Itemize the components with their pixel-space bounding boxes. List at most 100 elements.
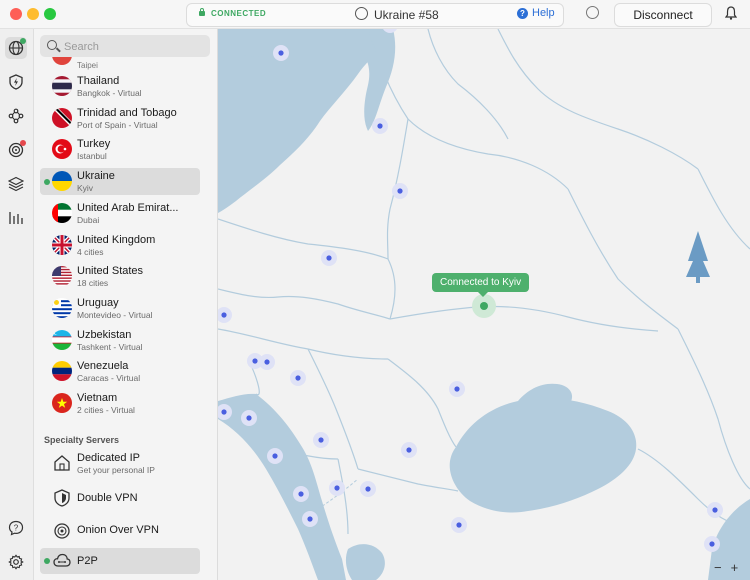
specialty-name: Double VPN xyxy=(77,492,138,504)
gear-icon xyxy=(8,554,24,570)
support-button[interactable]: ? xyxy=(5,517,27,539)
meshnet-icon xyxy=(8,108,24,124)
specialty-item-double-vpn[interactable]: Double VPN xyxy=(40,485,200,511)
server-location-dot[interactable] xyxy=(278,50,284,56)
statistics-button[interactable] xyxy=(5,207,27,229)
question-bubble-icon: ? xyxy=(8,520,24,536)
split-tunneling-button[interactable] xyxy=(5,173,27,195)
server-location-dot[interactable] xyxy=(397,188,403,194)
connection-status-text: CONNECTED xyxy=(211,9,267,18)
venezuela-flag-icon xyxy=(52,361,72,382)
svg-text:?: ? xyxy=(14,524,19,533)
zoom-in-button[interactable]: + xyxy=(731,560,739,575)
zoom-window-button[interactable] xyxy=(44,8,56,20)
globe-icon xyxy=(355,7,368,20)
server-location-dot[interactable] xyxy=(334,485,340,491)
connected-tooltip: Connected to Kyiv xyxy=(432,273,530,297)
server-location-dot[interactable] xyxy=(406,447,412,453)
country-cities: Kyiv xyxy=(77,183,94,194)
server-location-dot[interactable] xyxy=(307,516,313,522)
search-icon xyxy=(47,40,57,50)
globe-nav-button[interactable] xyxy=(5,37,27,59)
help-link[interactable]: ? Help xyxy=(517,7,555,19)
server-location-dot[interactable] xyxy=(377,123,383,129)
connected-dot xyxy=(44,179,50,186)
country-item-usa[interactable]: United States 18 cities xyxy=(40,263,200,290)
lock-icon xyxy=(199,8,205,16)
server-location-dot[interactable] xyxy=(712,507,718,513)
zoom-controls: − + xyxy=(714,560,747,575)
specialty-item-house[interactable]: Dedicated IP Get your personal IP xyxy=(40,450,200,476)
current-server: Ukraine #58 xyxy=(355,7,439,22)
country-item-vietnam[interactable]: Vietnam 2 cities - Virtual xyxy=(40,390,200,417)
server-location-dot[interactable] xyxy=(221,409,227,415)
specialty-item-onion[interactable]: Onion Over VPN xyxy=(40,517,200,543)
house-icon xyxy=(52,453,72,478)
help-icon: ? xyxy=(517,8,528,19)
minimize-window-button[interactable] xyxy=(27,8,39,20)
country-item-turkey[interactable]: Turkey Istanbul xyxy=(40,136,200,163)
country-item-thailand[interactable]: Thailand Bangkok - Virtual xyxy=(40,73,200,100)
meshnet-button[interactable] xyxy=(5,105,27,127)
connection-status: CONNECTED xyxy=(199,8,267,18)
server-location-dot[interactable] xyxy=(709,541,715,547)
server-location-dot[interactable] xyxy=(318,437,324,443)
server-location-dot[interactable] xyxy=(295,375,301,381)
country-cities: 18 cities xyxy=(77,278,109,289)
usa-flag-icon xyxy=(52,266,72,287)
double-vpn-icon xyxy=(52,488,72,513)
country-cities: Tashkent - Virtual xyxy=(77,341,143,352)
dark-web-monitor-button[interactable] xyxy=(5,139,27,161)
tree-icon xyxy=(686,231,710,283)
uae-flag-icon xyxy=(52,202,72,223)
close-window-button[interactable] xyxy=(10,8,22,20)
country-item-uk[interactable]: United Kingdom 4 cities xyxy=(40,232,200,259)
specialty-sub: Get your personal IP xyxy=(77,465,155,475)
navigation-rail: ? xyxy=(0,29,34,580)
speed-gauge-icon[interactable] xyxy=(586,6,599,19)
server-location-dot[interactable] xyxy=(272,453,278,459)
server-location-dot[interactable] xyxy=(246,415,252,421)
country-cities: Dubai xyxy=(77,214,100,225)
country-cities: 2 cities - Virtual xyxy=(77,405,135,415)
threat-protection-button[interactable] xyxy=(5,71,27,93)
country-name: Thailand xyxy=(77,75,120,87)
settings-button[interactable] xyxy=(5,551,27,573)
specialty-name: Onion Over VPN xyxy=(77,524,159,536)
server-location-dot[interactable] xyxy=(221,312,227,318)
search-box[interactable] xyxy=(40,35,210,57)
server-location-dot[interactable] xyxy=(298,491,304,497)
specialty-name: P2P xyxy=(77,555,98,567)
connected-dot xyxy=(44,558,50,564)
map-canvas xyxy=(218,29,750,580)
country-item-trinidad[interactable]: Trinidad and Tobago Port of Spain - Virtu… xyxy=(40,105,200,132)
server-location-dot[interactable] xyxy=(252,358,258,364)
specialty-item-p2p[interactable]: P2P xyxy=(40,548,200,574)
layers-icon xyxy=(8,176,24,192)
server-location-dot[interactable] xyxy=(365,486,371,492)
country-name: Uzbekistan xyxy=(77,328,132,341)
country-cities: Istanbul xyxy=(77,151,107,162)
trinidad-flag-icon xyxy=(52,107,72,128)
specialty-name: Dedicated IP xyxy=(77,452,140,464)
country-item-uruguay[interactable]: Uruguay Montevideo - Virtual xyxy=(40,295,200,322)
country-name: United Arab Emirat... xyxy=(77,201,179,214)
country-item-uae[interactable]: United Arab Emirat... Dubai xyxy=(40,200,200,227)
kyiv-connected-dot[interactable] xyxy=(480,302,488,310)
title-bar: CONNECTED Ukraine #58 ? Help Disconnect xyxy=(0,0,750,29)
bell-icon[interactable] xyxy=(724,6,738,25)
country-item-uzbekistan[interactable]: Uzbekistan Tashkent - Virtual xyxy=(40,327,200,354)
server-location-dot[interactable] xyxy=(456,522,462,528)
country-cities: Caracas - Virtual xyxy=(77,373,141,384)
turkey-flag-icon xyxy=(52,139,72,160)
disconnect-button[interactable]: Disconnect xyxy=(614,3,712,27)
server-location-dot[interactable] xyxy=(454,386,460,392)
search-input[interactable] xyxy=(62,37,206,57)
zoom-out-button[interactable]: − xyxy=(714,560,722,575)
thailand-flag-icon xyxy=(52,76,72,96)
server-location-dot[interactable] xyxy=(264,359,270,365)
server-location-dot[interactable] xyxy=(326,255,332,261)
country-item-ukraine[interactable]: Ukraine Kyiv xyxy=(40,168,200,196)
map-view[interactable]: Connected to Kyiv − + xyxy=(218,29,750,580)
country-item-venezuela[interactable]: Venezuela Caracas - Virtual xyxy=(40,358,200,385)
